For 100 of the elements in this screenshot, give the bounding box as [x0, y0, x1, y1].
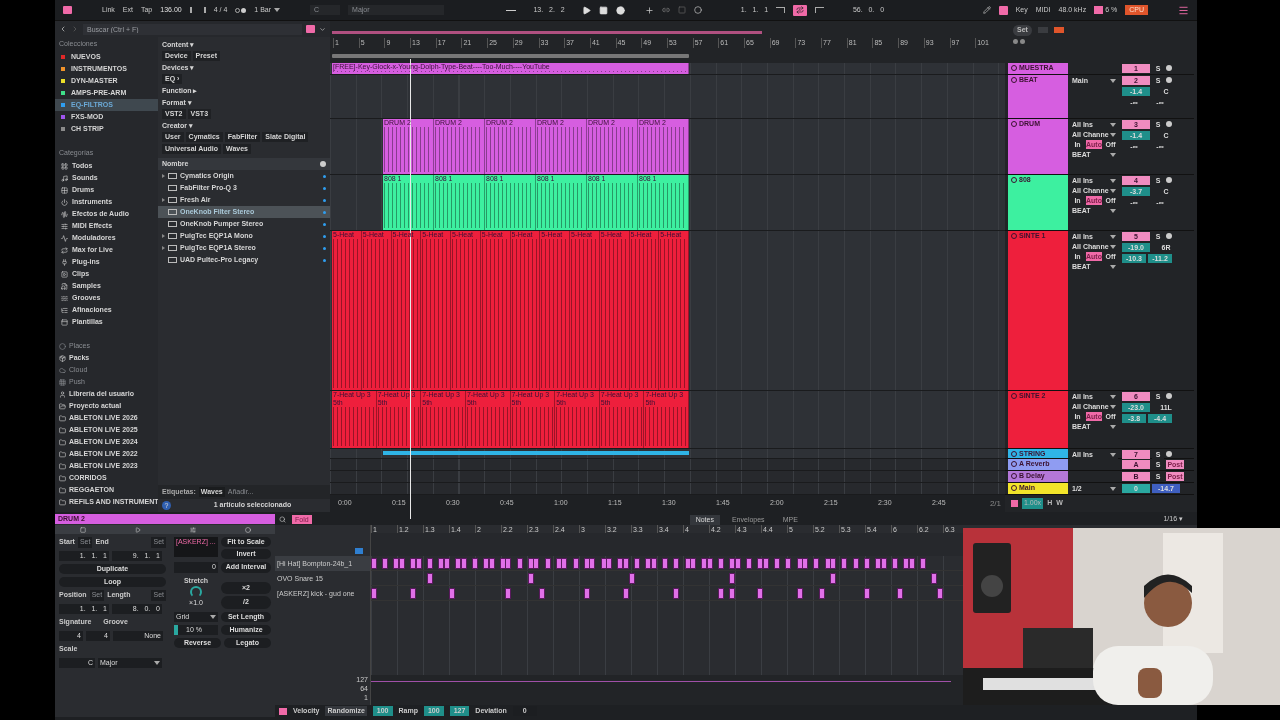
midi-note[interactable] — [410, 558, 417, 569]
midi-note[interactable] — [863, 558, 870, 569]
midi-note[interactable] — [483, 558, 489, 569]
loop-toggle[interactable] — [793, 4, 808, 16]
midi-note[interactable] — [623, 558, 629, 569]
velocity-icon[interactable] — [279, 707, 287, 715]
midi-note[interactable] — [460, 558, 467, 569]
midi-note[interactable] — [802, 558, 809, 569]
view-toggle-icon[interactable] — [63, 6, 72, 14]
back-icon[interactable] — [59, 25, 67, 33]
midi-note[interactable] — [371, 558, 377, 569]
midi-note[interactable] — [863, 588, 870, 599]
midi-note[interactable] — [735, 558, 741, 569]
midi-note[interactable] — [690, 558, 697, 569]
expand-icon[interactable] — [162, 198, 165, 202]
midi-note[interactable] — [763, 558, 769, 569]
midi-note[interactable] — [774, 558, 781, 569]
midi-note[interactable] — [572, 558, 579, 569]
midi-note[interactable] — [673, 588, 680, 599]
punch-in-icon[interactable] — [776, 7, 786, 13]
midi-note[interactable] — [427, 558, 433, 569]
circle-icon[interactable] — [244, 526, 251, 533]
midi-note[interactable] — [729, 558, 736, 569]
midi-note[interactable] — [830, 573, 837, 584]
loop-brace[interactable] — [332, 53, 689, 58]
midi-note[interactable] — [488, 558, 495, 569]
record-icon[interactable] — [616, 5, 626, 15]
midi-note[interactable] — [880, 558, 887, 569]
midi-note[interactable] — [707, 558, 713, 569]
pencil-icon[interactable] — [982, 6, 991, 14]
midi-note[interactable] — [903, 558, 909, 569]
midi-note[interactable] — [533, 558, 540, 569]
midi-note[interactable] — [757, 588, 764, 599]
stretch-knob[interactable] — [190, 586, 202, 598]
midi-note[interactable] — [718, 588, 725, 599]
midi-note[interactable] — [785, 558, 792, 569]
expand-icon[interactable] — [162, 234, 165, 238]
midi-note[interactable] — [936, 588, 943, 599]
midi-note[interactable] — [516, 558, 523, 569]
midi-note[interactable] — [539, 588, 545, 599]
search-icon[interactable] — [279, 516, 286, 523]
midi-note[interactable] — [673, 558, 680, 569]
midi-note[interactable] — [544, 558, 551, 569]
record-arm-icon[interactable] — [1166, 451, 1172, 457]
add-icon[interactable] — [645, 5, 655, 15]
midi-note[interactable] — [875, 558, 881, 569]
midi-note[interactable] — [662, 558, 669, 569]
expand-icon[interactable] — [162, 174, 165, 178]
key-map-icon[interactable] — [998, 5, 1008, 15]
midi-note[interactable] — [455, 558, 461, 569]
midi-note[interactable] — [371, 588, 377, 599]
midi-note[interactable] — [757, 558, 764, 569]
record-arm-icon[interactable] — [1166, 233, 1172, 239]
midi-note[interactable] — [897, 588, 904, 599]
midi-note[interactable] — [438, 558, 445, 569]
lock-icon[interactable] — [1053, 27, 1064, 34]
midi-note[interactable] — [449, 588, 456, 599]
midi-note[interactable] — [919, 558, 926, 569]
midi-note[interactable] — [410, 588, 417, 599]
midi-note[interactable] — [718, 558, 725, 569]
midi-note[interactable] — [527, 573, 534, 584]
midi-note[interactable] — [841, 558, 848, 569]
punch-out-icon[interactable] — [815, 7, 825, 13]
midi-note[interactable] — [505, 558, 512, 569]
midi-note[interactable] — [561, 558, 568, 569]
record-arm-icon[interactable] — [1166, 121, 1172, 127]
midi-note[interactable] — [796, 588, 803, 599]
menu-icon[interactable] — [1178, 4, 1189, 16]
clip[interactable] — [383, 451, 689, 455]
midi-note[interactable] — [382, 558, 389, 569]
midi-note[interactable] — [891, 558, 898, 569]
midi-note[interactable] — [471, 558, 478, 569]
midi-note[interactable] — [583, 588, 590, 599]
midi-note[interactable] — [852, 558, 859, 569]
midi-note[interactable] — [746, 558, 753, 569]
midi-note[interactable] — [617, 558, 624, 569]
midi-note[interactable] — [415, 558, 422, 569]
expand-icon[interactable] — [162, 246, 165, 250]
midi-note[interactable] — [729, 588, 736, 599]
midi-note[interactable] — [505, 588, 512, 599]
stop-icon[interactable] — [599, 5, 609, 15]
record-arm-icon[interactable] — [1166, 393, 1172, 399]
midi-note[interactable] — [701, 558, 708, 569]
record-arm-icon[interactable] — [1166, 177, 1172, 183]
midi-note[interactable] — [393, 558, 400, 569]
circle-icon[interactable] — [694, 6, 703, 14]
midi-note[interactable] — [606, 558, 613, 569]
midi-note[interactable] — [908, 558, 915, 569]
midi-note[interactable] — [729, 573, 736, 584]
midi-note[interactable] — [931, 573, 937, 584]
midi-note[interactable] — [399, 558, 405, 569]
midi-note[interactable] — [589, 558, 596, 569]
midi-note[interactable] — [651, 558, 657, 569]
link-icon[interactable] — [662, 6, 671, 14]
sliders-icon[interactable] — [189, 526, 196, 533]
metronome-icon[interactable] — [189, 7, 206, 13]
midi-note[interactable] — [634, 558, 641, 569]
midi-note[interactable] — [819, 588, 825, 599]
midi-note[interactable] — [427, 573, 433, 584]
midi-note[interactable] — [628, 573, 635, 584]
